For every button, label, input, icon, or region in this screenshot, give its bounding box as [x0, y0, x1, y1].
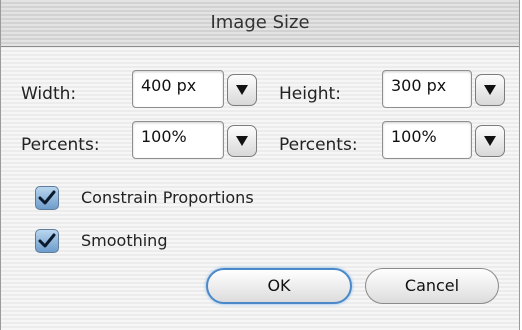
height-unit-dropdown[interactable] — [475, 74, 505, 106]
chevron-down-icon — [236, 136, 248, 146]
cancel-button[interactable]: Cancel — [365, 268, 499, 304]
width-percent-dropdown[interactable] — [227, 125, 257, 157]
chevron-down-icon — [484, 85, 496, 95]
smoothing-label: Smoothing — [81, 231, 168, 250]
chevron-down-icon — [484, 136, 496, 146]
dialog-title: Image Size — [1, 0, 519, 47]
checkmark-icon — [38, 190, 56, 205]
width-field[interactable]: 400 px — [132, 70, 224, 108]
image-size-dialog: Image Size Width: 400 px Height: 300 px … — [0, 0, 520, 330]
checkmark-icon — [38, 233, 56, 248]
width-unit-dropdown[interactable] — [227, 74, 257, 106]
width-label: Width: — [21, 84, 77, 104]
height-percent-dropdown[interactable] — [475, 125, 505, 157]
constrain-proportions-label: Constrain Proportions — [81, 188, 254, 207]
height-percent-field[interactable]: 100% — [382, 121, 472, 159]
width-percent-field[interactable]: 100% — [132, 121, 224, 159]
height-percent-label: Percents: — [279, 135, 358, 155]
height-label: Height: — [279, 84, 341, 104]
smoothing-checkbox[interactable] — [35, 229, 59, 253]
constrain-proportions-checkbox[interactable] — [35, 186, 59, 210]
ok-button[interactable]: OK — [206, 268, 352, 304]
chevron-down-icon — [236, 85, 248, 95]
height-field[interactable]: 300 px — [382, 70, 472, 108]
width-percent-label: Percents: — [21, 135, 100, 155]
